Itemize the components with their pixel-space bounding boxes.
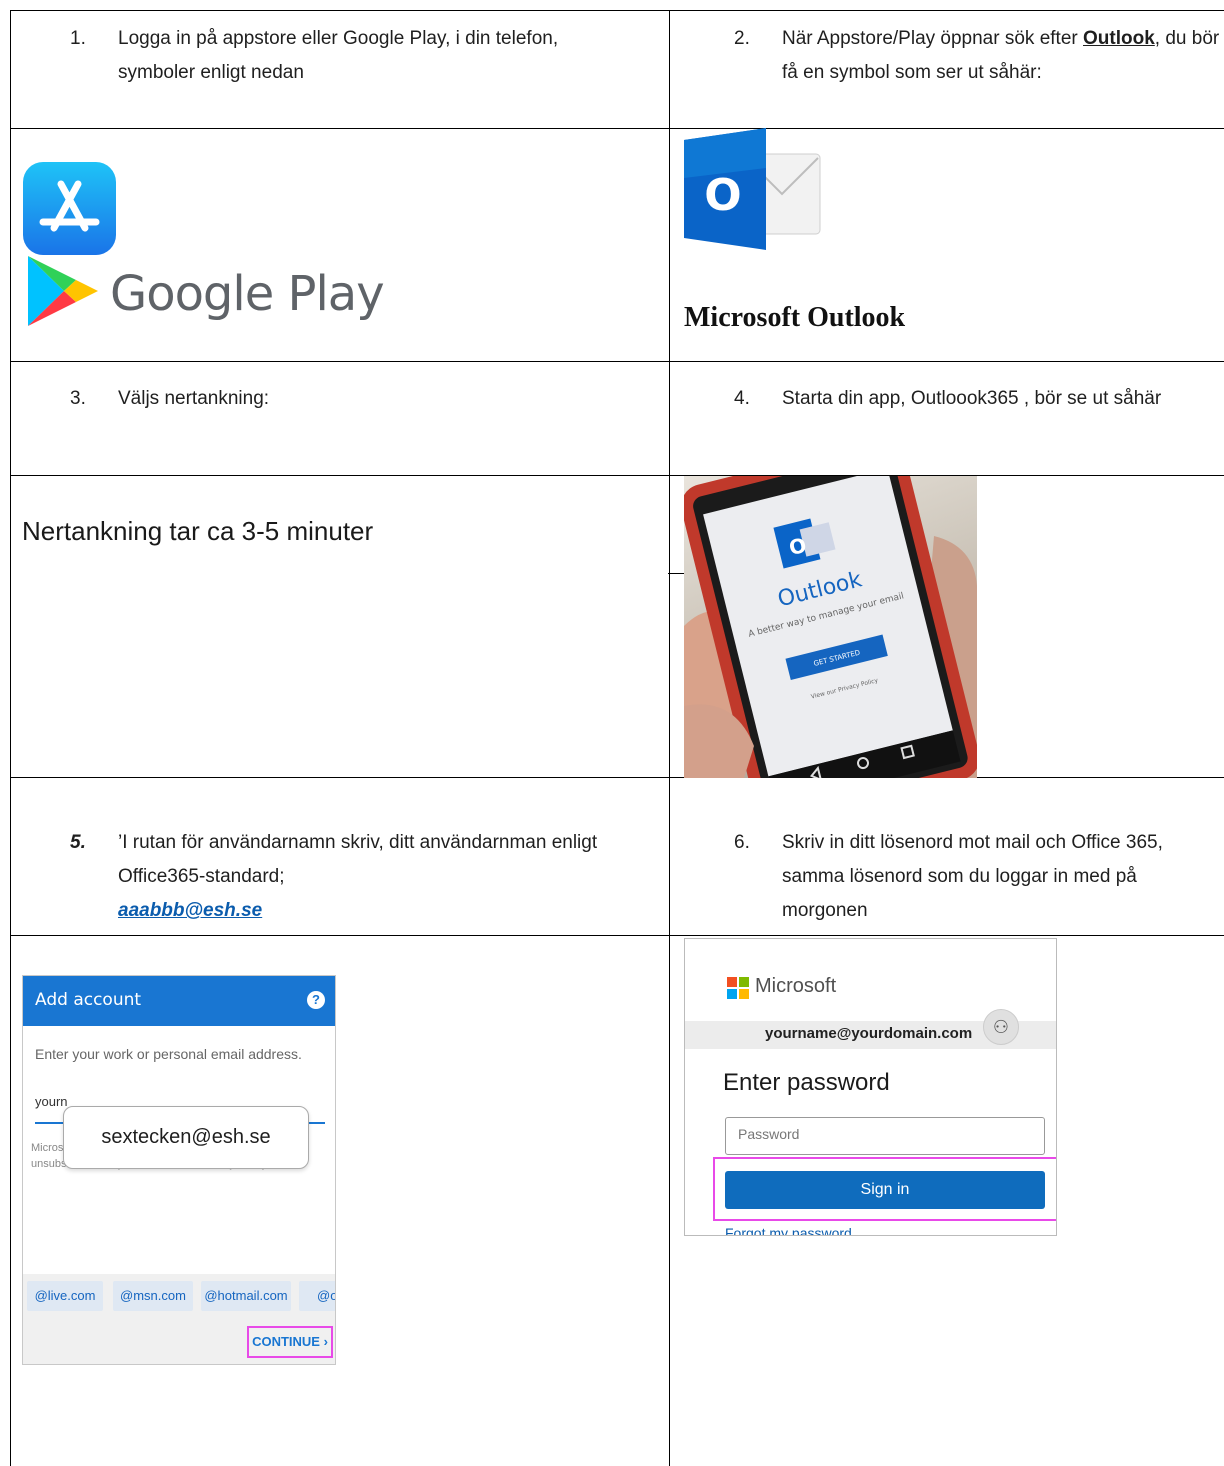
border-mask xyxy=(11,572,668,575)
step-number: 2. xyxy=(734,28,750,49)
step-text: Starta din app, Outloook365 , bör se ut … xyxy=(782,388,1162,409)
domain-chip[interactable]: @hotmail.com xyxy=(201,1281,291,1311)
table-border xyxy=(10,777,1224,778)
step-text-part: När Appstore/Play öppnar sök efter xyxy=(782,28,1083,49)
add-account-header: Add account ? xyxy=(23,976,335,1026)
help-icon[interactable]: ? xyxy=(307,991,325,1009)
password-input[interactable]: Password xyxy=(725,1117,1045,1155)
forgot-password-link[interactable]: Forgot my password xyxy=(725,1225,852,1235)
step-text: Skriv in ditt lösenord mot mail och Offi… xyxy=(782,832,1163,921)
sign-in-button[interactable]: Sign in xyxy=(725,1171,1045,1209)
table-border xyxy=(10,935,1224,936)
table-border xyxy=(10,475,1224,476)
phone-photo: O Outlook A better way to manage your em… xyxy=(684,476,977,778)
enter-password-heading: Enter password xyxy=(723,1069,890,1096)
microsoft-signin-screenshot: Microsoft yourname@yourdomain.com ⚇ Ente… xyxy=(684,938,1057,1236)
step-number: 5. xyxy=(70,832,86,853)
step-text: När Appstore/Play öppnar sök efter Outlo… xyxy=(782,22,1222,90)
google-play-label: Google Play xyxy=(110,266,385,322)
step-text: ’I rutan för användarnamn skriv, ditt an… xyxy=(118,826,640,928)
add-account-title: Add account xyxy=(35,990,142,1010)
domain-chip[interactable]: @ou xyxy=(299,1281,335,1311)
download-time-note: Nertankning tar ca 3-5 minuter xyxy=(22,516,374,546)
microsoft-outlook-label: Microsoft Outlook xyxy=(684,302,906,333)
step-text: Logga in på appstore eller Google Play, … xyxy=(118,28,559,83)
step-text: Väljs nertankning: xyxy=(118,388,270,409)
step-text-part: ’I rutan för användarnamn skriv, ditt an… xyxy=(118,832,598,887)
domain-chip[interactable]: @msn.com xyxy=(113,1281,193,1311)
microsoft-brand: Microsoft xyxy=(755,975,837,997)
table-border xyxy=(10,128,1224,129)
email-example-link[interactable]: aaabbb@esh.se xyxy=(118,900,262,921)
app-store-icon xyxy=(23,162,116,255)
email-callout: sextecken@esh.se xyxy=(63,1106,309,1169)
outlook-icon: O xyxy=(684,128,821,250)
continue-button[interactable]: CONTINUE › xyxy=(247,1326,333,1358)
step-number: 6. xyxy=(734,832,750,853)
step-number: 4. xyxy=(734,388,750,409)
google-play-icon xyxy=(28,256,98,326)
table-border xyxy=(10,10,1224,11)
email-prompt: Enter your work or personal email addres… xyxy=(35,1046,302,1062)
border-mask xyxy=(977,572,1224,575)
step-number: 3. xyxy=(70,388,86,409)
table-border xyxy=(10,10,11,1466)
outlook-link[interactable]: Outlook xyxy=(1083,28,1155,49)
email-input[interactable]: yourn xyxy=(35,1094,68,1109)
step-number: 1. xyxy=(70,28,86,49)
svg-text:O: O xyxy=(704,170,741,221)
account-email: yourname@yourdomain.com xyxy=(765,1025,973,1042)
domain-chip[interactable]: @live.com xyxy=(27,1281,103,1311)
badge-icon: ⚇ xyxy=(983,1009,1019,1045)
microsoft-logo-icon xyxy=(727,977,749,999)
table-border xyxy=(10,361,1224,362)
table-border xyxy=(669,10,670,1466)
privacy-note: Micros xyxy=(31,1142,64,1154)
add-account-screenshot: Add account ? Enter your work or persona… xyxy=(22,975,336,1365)
